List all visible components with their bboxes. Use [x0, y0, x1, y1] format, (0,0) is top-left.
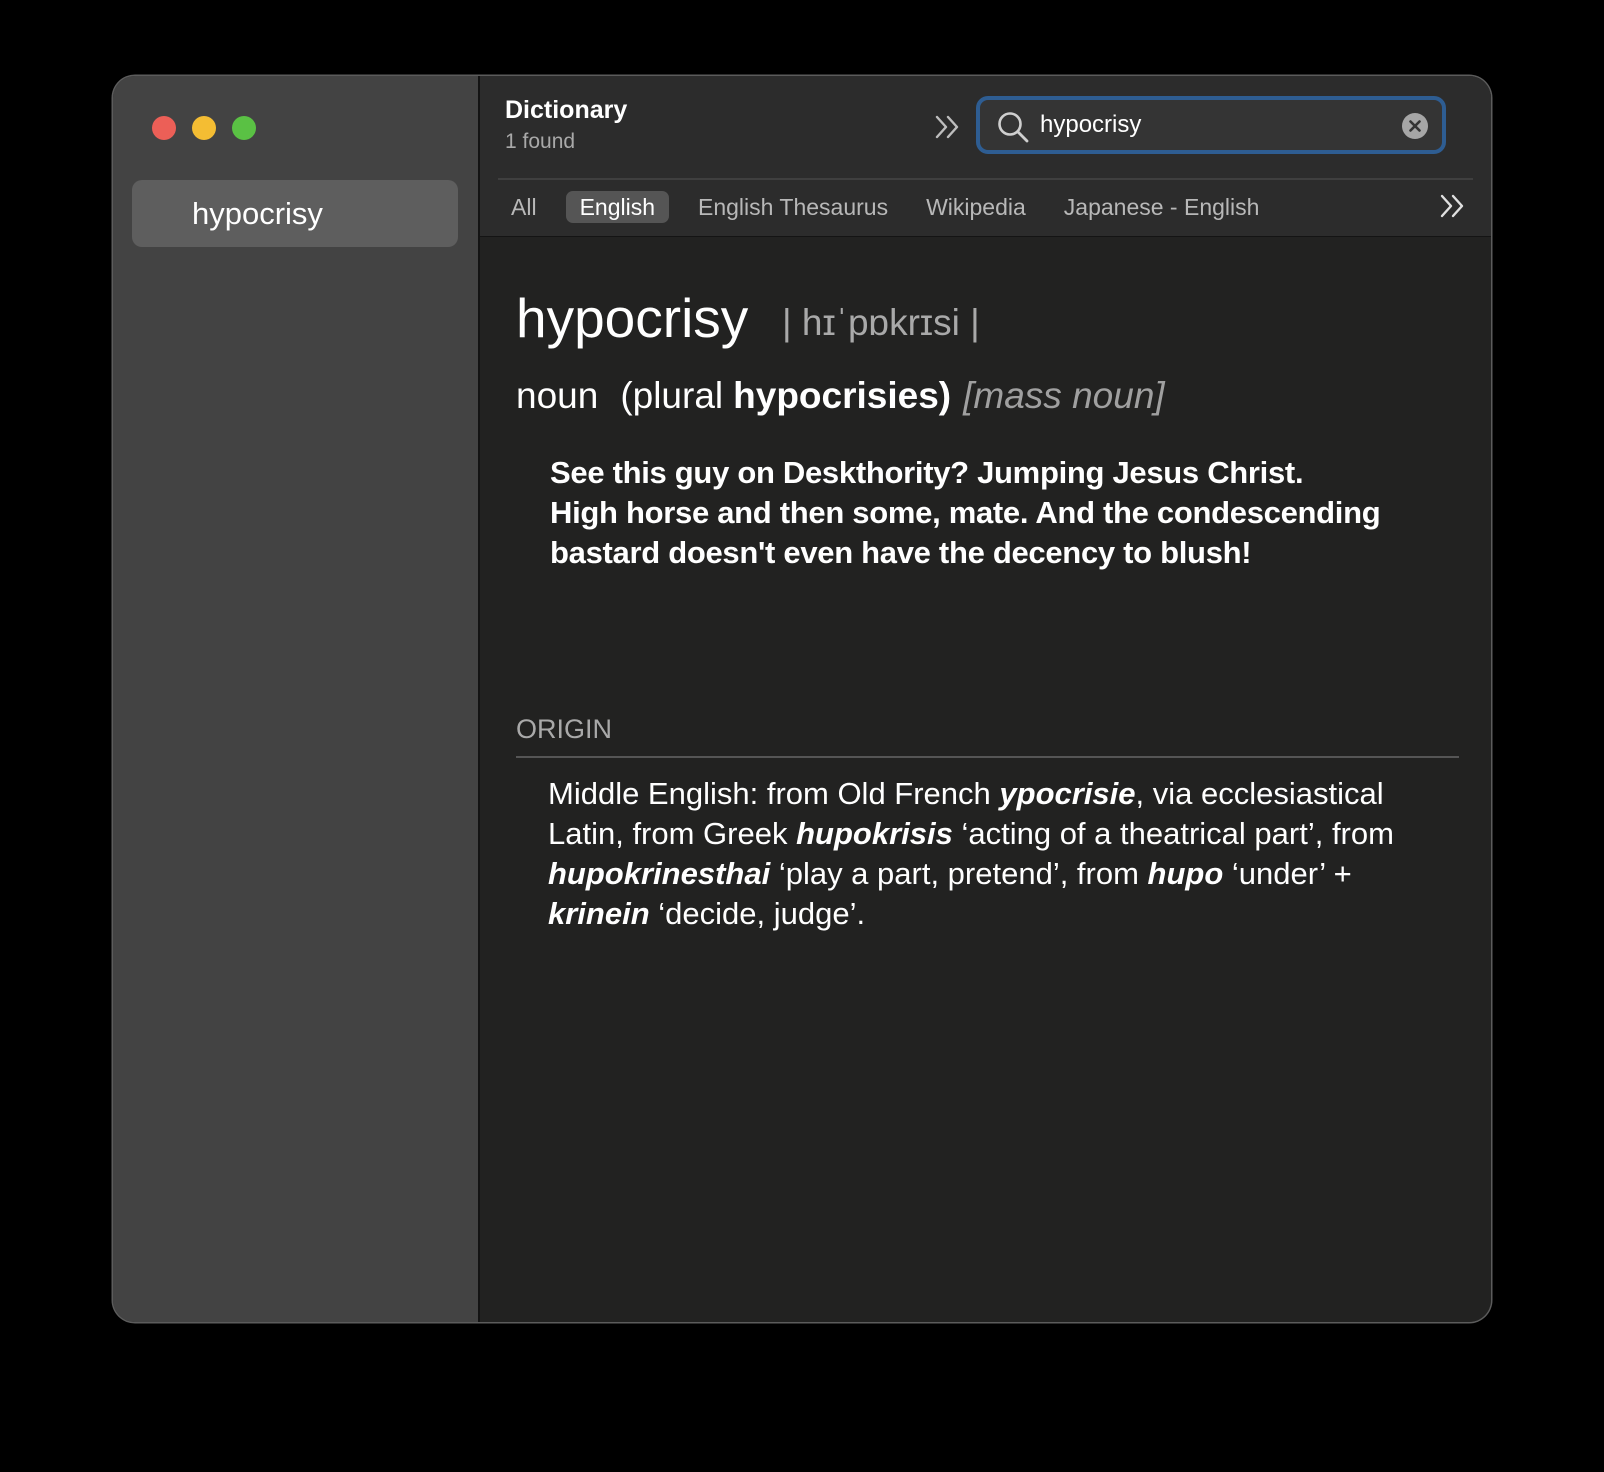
entry-part-of-speech-line: noun (plural hypocrisies) [mass noun]	[516, 375, 1165, 417]
entry-content: hypocrisy | hɪˈpɒkrɪsi | noun (plural hypo…	[480, 238, 1491, 1322]
search-field[interactable]	[976, 96, 1446, 154]
origin-text-segment: ‘play a part, pretend’, from	[770, 856, 1148, 891]
tab-all[interactable]: All	[502, 191, 546, 223]
entry-pos: noun	[516, 375, 599, 416]
origin-line: Latin, from Greek hupokrisis ‘acting of …	[548, 814, 1478, 854]
origin-text-segment: ‘under’ +	[1223, 856, 1352, 891]
origin-text-segment: Middle English: from Old French	[548, 776, 1000, 811]
main-pane: Dictionary 1 found hypocrisy All English…	[480, 76, 1491, 1322]
definition-line: See this guy on Deskthority? Jumping Jes…	[550, 455, 1304, 490]
entry-headword: hypocrisy	[516, 287, 749, 349]
origin-text-segment: Latin, from Greek	[548, 816, 797, 851]
source-tabs: All English English Thesaurus Wikipedia …	[502, 191, 1268, 223]
origin-etymon: ypocrisie	[999, 776, 1136, 811]
clear-search-icon[interactable]	[1402, 113, 1428, 139]
tab-english-thesaurus[interactable]: English Thesaurus	[689, 191, 897, 223]
definition-line: bastard doesn't even have the decency to…	[550, 535, 1252, 570]
search-icon	[998, 112, 1029, 143]
app-title: Dictionary	[505, 96, 628, 124]
origin-etymon: hupo	[1147, 856, 1224, 891]
sidebar-item-label: hypocrisy	[192, 196, 323, 231]
entry-definition: See this guy on Deskthority? Jumping Jes…	[550, 453, 1450, 573]
origin-text-segment: ‘decide, judge’.	[649, 896, 866, 931]
origin-text-segment: , via ecclesiastical	[1135, 776, 1384, 811]
entry-plural-label: (plural	[620, 375, 724, 416]
results-count: 1 found	[505, 130, 576, 153]
sidebar-item-hypocrisy[interactable]: hypocrisy	[132, 180, 458, 247]
close-window-button[interactable]	[152, 116, 176, 140]
tab-english[interactable]: English	[565, 191, 669, 223]
origin-text: Middle English: from Old French ypocrisi…	[548, 774, 1478, 934]
origin-divider	[516, 756, 1459, 758]
dictionary-window: hypocrisy Dictionary 1 found hypocrisy A…	[113, 76, 1491, 1322]
origin-line: hupokrinesthai ‘play a part, pretend’, f…	[548, 854, 1478, 894]
zoom-window-button[interactable]	[232, 116, 256, 140]
origin-text-segment: ‘acting of a theatrical part’, from	[952, 816, 1394, 851]
origin-etymon: hupokrisis	[796, 816, 953, 851]
toolbar-overflow-chevron-icon[interactable]	[931, 110, 965, 144]
origin-line: Middle English: from Old French ypocrisi…	[548, 774, 1478, 814]
origin-etymon: krinein	[548, 896, 650, 931]
tab-japanese-english[interactable]: Japanese - English	[1055, 191, 1269, 223]
origin-line: krinein ‘decide, judge’.	[548, 894, 1478, 934]
entry-grammar-note: [mass noun]	[963, 375, 1165, 416]
tab-wikipedia[interactable]: Wikipedia	[917, 191, 1035, 223]
origin-etymon: hupokrinesthai	[548, 856, 771, 891]
minimize-window-button[interactable]	[192, 116, 216, 140]
tabs-overflow-chevron-icon[interactable]	[1436, 190, 1470, 222]
sidebar: hypocrisy	[113, 76, 480, 1322]
toolbar: Dictionary 1 found hypocrisy All English…	[480, 76, 1491, 237]
entry-pronunciation: | hɪˈpɒkrɪsi |	[782, 302, 980, 343]
definition-line: High horse and then some, mate. And the …	[550, 495, 1381, 530]
origin-heading: ORIGIN	[516, 714, 613, 744]
search-input[interactable]	[1040, 106, 1380, 144]
entry-plural-form: hypocrisies)	[733, 375, 952, 416]
toolbar-divider	[498, 178, 1473, 180]
